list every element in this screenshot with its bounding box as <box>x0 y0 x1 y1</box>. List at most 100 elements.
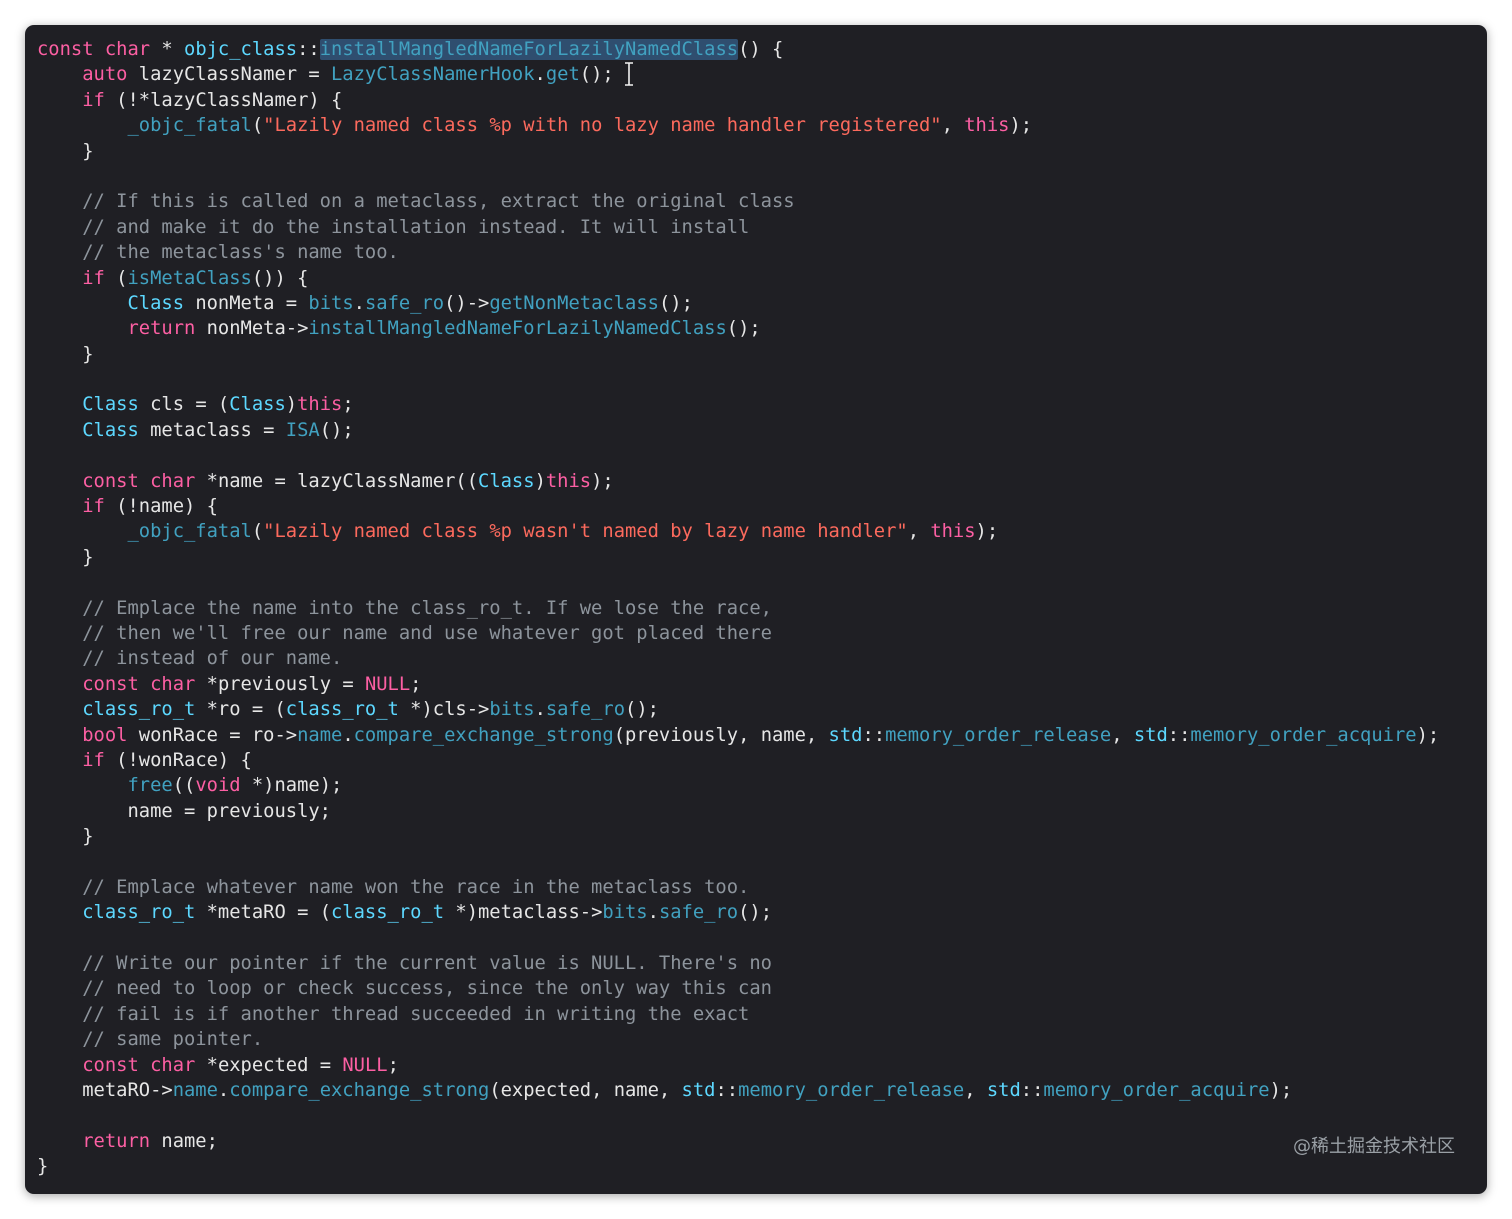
code-token: ()-> <box>444 292 490 314</box>
code-token: // same pointer. <box>37 1029 264 1051</box>
code-token: std <box>986 1080 1021 1102</box>
code-token: class_ro_t <box>285 699 399 721</box>
code-token: lazyClassNamer = <box>127 64 331 86</box>
code-token: cls = ( <box>138 394 230 416</box>
code-token: // If this is called on a metaclass, ext… <box>37 191 795 213</box>
code-token: :: <box>1020 1080 1044 1102</box>
code-token: installMangledNameForLazilyNamedClass <box>308 318 727 340</box>
code-token: // Write our pointer if the current valu… <box>37 953 772 975</box>
code-token: ); <box>591 470 614 492</box>
code-line: bool wonRace = ro->name.compare_exchange… <box>37 723 1439 748</box>
code-token: // Emplace the name into the class_ro_t.… <box>37 597 772 619</box>
code-token: if <box>82 496 105 518</box>
code-token: get <box>545 64 580 86</box>
code-token: *)name); <box>240 775 343 797</box>
code-line: free((void *)name); <box>37 773 1439 798</box>
code-token: // need to loop or check success, since … <box>37 978 772 1000</box>
code-token: (( <box>172 775 196 797</box>
code-line: metaRO->name.compare_exchange_strong(exp… <box>37 1078 1439 1103</box>
code-token: // the metaclass's name too. <box>37 242 399 264</box>
code-line: } <box>37 545 1439 570</box>
code-token: const <box>82 673 139 695</box>
code-token: . <box>647 902 659 924</box>
code-token: bits <box>489 699 535 721</box>
code-line: // the metaclass's name too. <box>37 240 1439 265</box>
code-token: // fail is if another thread succeeded i… <box>37 1003 750 1025</box>
code-token: class_ro_t <box>82 699 196 721</box>
selected-token: installMangledNameForLazilyNamedClass <box>319 39 739 60</box>
code-line: Class nonMeta = bits.safe_ro()->getNonMe… <box>37 291 1439 316</box>
code-token: memory_order_release <box>738 1080 965 1102</box>
code-line: } <box>37 1154 1439 1179</box>
code-token: metaRO-> <box>37 1080 173 1102</box>
code-line: } <box>37 824 1439 849</box>
code-token: isMetaClass <box>127 267 252 289</box>
code-token: (); <box>738 902 773 924</box>
code-token: return <box>82 1130 151 1152</box>
code-token: ); <box>975 521 999 543</box>
code-token: const <box>82 1054 139 1076</box>
code-token: memory_order_acquire <box>1043 1080 1270 1102</box>
code-token: ( <box>251 521 264 543</box>
code-token: char <box>104 39 151 60</box>
code-token: if <box>82 89 105 111</box>
code-token: Class <box>82 394 139 416</box>
code-token: name = previously; <box>37 800 331 822</box>
code-token: metaclass = <box>138 419 286 441</box>
code-token: *ro = ( <box>195 699 286 721</box>
code-token: (); <box>726 318 761 340</box>
code-token: NULL <box>364 673 411 695</box>
code-token: . <box>534 699 546 721</box>
code-line: name = previously; <box>37 799 1439 824</box>
code-line: // then we'll free our name and use what… <box>37 621 1439 646</box>
code-token: *previously = <box>195 673 365 695</box>
code-token: nonMeta-> <box>195 318 309 340</box>
code-token: if <box>82 749 105 771</box>
code-token: compare_exchange_strong <box>229 1080 490 1102</box>
code-token: const <box>82 470 139 492</box>
code-token: . <box>534 64 546 86</box>
code-token: *)cls-> <box>398 699 490 721</box>
code-line: return name; <box>37 1129 1439 1154</box>
code-token: :: <box>1167 724 1191 746</box>
code-token: } <box>37 343 94 365</box>
code-token: Class <box>127 292 185 314</box>
code-token: _objc_fatal <box>127 521 252 543</box>
code-token: *metaRO = ( <box>195 902 331 924</box>
code-token: std <box>828 724 863 746</box>
code-area[interactable]: const char * objc_class::installMangledN… <box>37 37 1439 1180</box>
code-token: (!*lazyClassNamer) { <box>104 89 343 111</box>
code-token: // instead of our name. <box>37 648 343 670</box>
code-token: safe_ro <box>545 699 626 721</box>
code-line: _objc_fatal("Lazily named class %p with … <box>37 113 1439 138</box>
code-token: free <box>127 775 173 797</box>
code-token: char <box>150 470 196 492</box>
code-line: const char * objc_class::installMangledN… <box>37 37 1439 62</box>
code-token: } <box>37 1156 49 1178</box>
code-token: name <box>297 724 343 746</box>
code-token: ; <box>342 394 354 416</box>
code-token: (); <box>625 699 659 721</box>
code-token: NULL <box>342 1054 388 1076</box>
code-token: bits <box>602 902 648 924</box>
code-token: ; <box>387 1054 399 1076</box>
code-token: , <box>907 521 931 543</box>
code-line: // Emplace the name into the class_ro_t.… <box>37 596 1439 621</box>
code-editor[interactable]: const char * objc_class::installMangledN… <box>25 25 1487 1194</box>
